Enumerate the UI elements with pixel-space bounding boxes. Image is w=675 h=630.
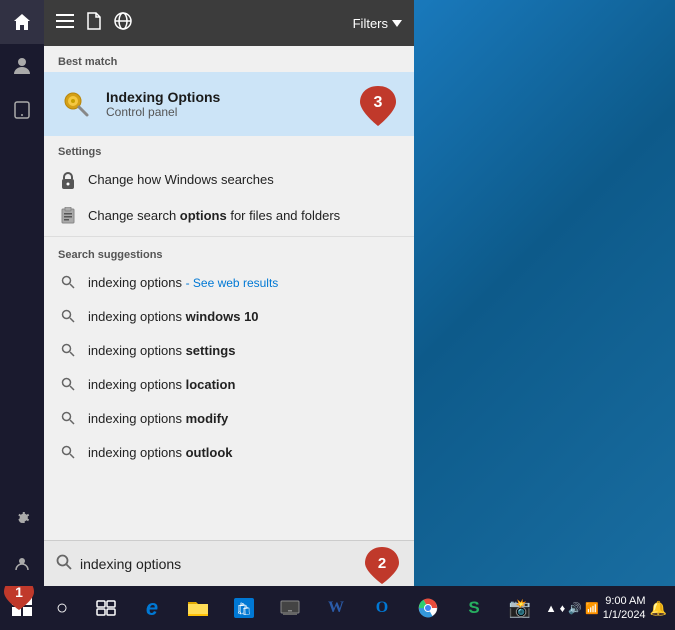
sidebar-item-user[interactable] (0, 542, 44, 586)
suggestions-label: Search suggestions (44, 239, 414, 265)
store-icon[interactable]: 🛍 (222, 586, 266, 630)
suggestion-item-2[interactable]: indexing options windows 10 (44, 299, 414, 333)
best-match-item[interactable]: Indexing Options Control panel 3 (44, 72, 414, 136)
globe-icon[interactable] (114, 12, 132, 35)
settings-item-search[interactable]: Change how Windows searches (44, 162, 414, 198)
edge-icon[interactable]: e (130, 586, 174, 630)
filters-button[interactable]: Filters (353, 16, 402, 31)
search-header: Filters (44, 0, 414, 46)
search-bar-icon (56, 554, 72, 573)
suggestion-text-4: indexing options location (88, 377, 235, 392)
filters-label: Filters (353, 16, 388, 31)
search-icon-6 (58, 442, 78, 462)
search-icon-3 (58, 340, 78, 360)
clipboard-icon (58, 206, 78, 226)
start-menu-sidebar (0, 0, 44, 586)
explorer-icon[interactable] (176, 586, 220, 630)
best-match-label: Best match (44, 46, 414, 72)
settings-label: Settings (44, 136, 414, 162)
suggestion-item-4[interactable]: indexing options location (44, 367, 414, 401)
suggestion-item-1[interactable]: indexing options - See web results (44, 265, 414, 299)
shift-icon[interactable]: S (452, 586, 496, 630)
search-icon-1 (58, 272, 78, 292)
chrome-icon[interactable] (406, 586, 450, 630)
taskbar-search[interactable]: ○ (44, 586, 80, 630)
system-tray: ▲ ♦ 🔊 📶 9:00 AM1/1/2024 🔔 (546, 594, 675, 623)
search-input-bar[interactable]: indexing options 2 (44, 540, 414, 586)
taskbar: 1 ○ e (0, 586, 675, 630)
step-2-badge: 2 (362, 544, 402, 584)
taskbar-apps: e 🛍 W O (80, 586, 546, 630)
suggestion-text-3: indexing options settings (88, 343, 235, 358)
search-icon-4 (58, 374, 78, 394)
sidebar-item-tablet[interactable] (0, 88, 44, 132)
search-panel: Filters Best match Indexing Options Cont… (44, 0, 414, 586)
lock-icon (58, 170, 78, 190)
sidebar-item-person[interactable] (0, 44, 44, 88)
document-icon[interactable] (86, 12, 102, 35)
suggestion-item-6[interactable]: indexing options outlook (44, 435, 414, 469)
svg-text:2: 2 (378, 555, 386, 572)
step-3-badge: 3 (356, 82, 400, 126)
tray-text: ▲ ♦ 🔊 📶 (546, 602, 599, 615)
outlook-icon[interactable]: O (360, 586, 404, 630)
best-match-text: Indexing Options Control panel (106, 89, 344, 119)
start-button[interactable]: 1 (0, 586, 44, 630)
suggestion-text-6: indexing options outlook (88, 445, 233, 460)
svg-text:3: 3 (374, 94, 383, 111)
indexing-options-icon (58, 86, 94, 122)
suggestion-item-3[interactable]: indexing options settings (44, 333, 414, 367)
photo-icon[interactable]: 📸 (498, 586, 542, 630)
settings-item-search-text: Change how Windows searches (88, 171, 274, 189)
suggestion-item-5[interactable]: indexing options modify (44, 401, 414, 435)
hamburger-icon[interactable] (56, 14, 74, 33)
settings-item-options[interactable]: Change search options for files and fold… (44, 198, 414, 234)
taskview-button[interactable] (84, 586, 128, 630)
best-match-title: Indexing Options (106, 89, 344, 105)
suggestion-text-5: indexing options modify (88, 411, 228, 426)
divider-1 (44, 236, 414, 237)
see-web-results: - See web results (186, 276, 279, 290)
sidebar-item-settings[interactable] (0, 498, 44, 542)
suggestion-text-1: indexing options - See web results (88, 275, 278, 290)
search-icon-2 (58, 306, 78, 326)
notification-icon[interactable]: 🔔 (650, 600, 667, 617)
search-icon-5 (58, 408, 78, 428)
header-icons (56, 12, 132, 35)
sidebar-item-home[interactable] (0, 0, 44, 44)
suggestion-text-2: indexing options windows 10 (88, 309, 259, 324)
start-icon-area: 1 (10, 594, 34, 623)
svg-text:🛍: 🛍 (236, 602, 251, 616)
search-query-text[interactable]: indexing options (80, 556, 362, 572)
settings-item-options-text: Change search options for files and fold… (88, 207, 340, 225)
vm-icon[interactable] (268, 586, 312, 630)
best-match-subtitle: Control panel (106, 105, 344, 119)
tray-time: 9:00 AM1/1/2024 (603, 594, 646, 623)
word-icon[interactable]: W (314, 586, 358, 630)
